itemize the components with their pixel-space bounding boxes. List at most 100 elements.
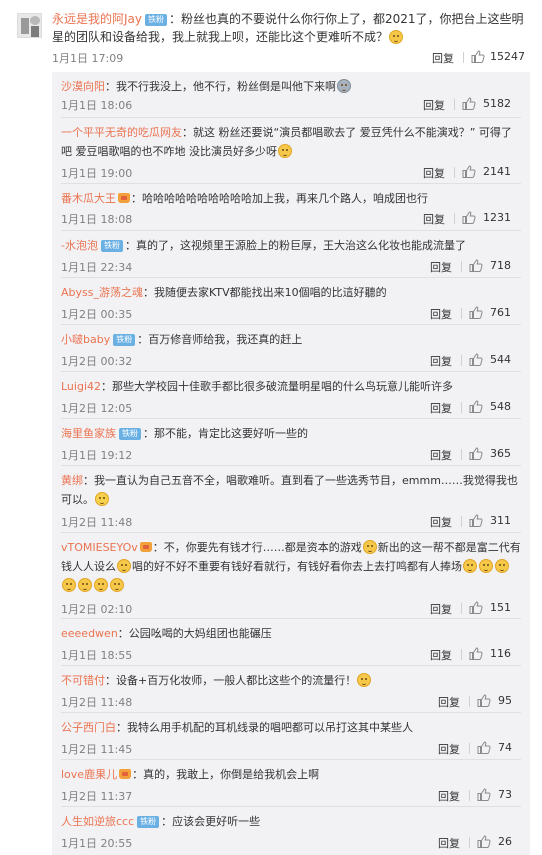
comment-text: ：我随便去家KTV都能找出来10個唱的比這好聽的 [142, 286, 387, 299]
comment-username[interactable]: -水泡泡 [61, 239, 98, 252]
reply-button[interactable]: 回复 [423, 211, 445, 227]
list-item: 不可错付：设备+百万化妆师，一般人都比这些个的流量行！ 1月2日 11:48 回… [52, 666, 530, 713]
reply-button[interactable]: 回复 [438, 835, 460, 851]
thumbs-up-icon[interactable] [462, 211, 476, 224]
like-count: 761 [490, 306, 511, 319]
like-count: 15247 [490, 50, 525, 63]
top-comment-body: 永远是我的阿Jay 铁粉 ：粉丝也真的不要说什么你行你上了，都2021了，你把台上这… [52, 10, 530, 46]
reply-body: 沙漠向阳：我不行我没上，他不行，粉丝倒是叫他下来啊 [61, 77, 521, 96]
comment-date: 1月1日 17:09 [52, 52, 124, 65]
emoji-icon [95, 492, 109, 506]
reply-button[interactable]: 回复 [430, 353, 452, 369]
comment-username[interactable]: 一个平平无奇的吃瓜网友 [61, 126, 182, 139]
reply-button[interactable]: 回复 [430, 647, 452, 663]
like-count: 548 [490, 400, 511, 413]
comment-username[interactable]: 海里鱼家族 [61, 427, 116, 440]
emoji-icon [78, 578, 92, 592]
fan-badge: 铁粉 [119, 428, 141, 440]
divider [461, 516, 462, 527]
comment-meta: 1月1日 18:08 回复 1231 [61, 211, 521, 227]
fan-badge: 铁粉 [100, 240, 123, 252]
comment-text: ：真的，我敢上，你倒是给我机会上啊 [132, 768, 320, 781]
comment-username[interactable]: 黄绑 [61, 474, 83, 487]
comment-username[interactable]: Luigi42 [61, 380, 101, 393]
emoji-icon [362, 540, 377, 554]
comment-date: 1月1日 18:55 [61, 649, 133, 662]
thumbs-up-icon[interactable] [469, 306, 483, 319]
reply-body: Luigi42：那些大学校园十佳歌手都比很多破流量明星唱的什么鸟玩意儿能听许多 [61, 377, 521, 396]
thumbs-up-icon[interactable] [477, 741, 491, 754]
thumbs-up-icon[interactable] [469, 447, 483, 460]
emoji-icon [110, 578, 124, 592]
divider [454, 167, 455, 178]
comment-username[interactable]: 沙漠向阳 [61, 80, 105, 93]
comment-username[interactable]: 不可错付 [61, 674, 105, 687]
comment-username[interactable]: 公子西门白 [61, 721, 116, 734]
comment-date: 1月2日 11:48 [61, 516, 133, 529]
reply-button[interactable]: 回复 [430, 400, 452, 416]
comment-meta: 1月2日 02:10 回复 151 [61, 601, 521, 617]
list-item: eeeedwen：公园吆喝的大妈组团也能碾压 1月1日 18:55 回复 116 [52, 619, 530, 666]
reply-button[interactable]: 回复 [438, 694, 460, 710]
like-count: 544 [490, 353, 511, 366]
thumbs-up-icon[interactable] [477, 835, 491, 848]
vip-crown-icon [119, 769, 132, 779]
reply-button[interactable]: 回复 [430, 601, 452, 617]
like-count: 311 [490, 514, 511, 527]
thumbs-up-icon[interactable] [477, 694, 491, 707]
comment-date: 1月2日 11:45 [61, 743, 133, 756]
thumbs-up-icon[interactable] [469, 259, 483, 272]
reply-button[interactable]: 回复 [423, 97, 445, 113]
thumbs-up-icon[interactable] [469, 353, 483, 366]
comment-text: ：设备+百万化妆师，一般人都比这些个的流量行！ [105, 674, 357, 687]
reply-button[interactable]: 回复 [423, 165, 445, 181]
reply-button[interactable]: 回复 [430, 306, 452, 322]
thumbs-up-icon[interactable] [477, 788, 491, 801]
comment-username[interactable]: 小啵baby [61, 333, 110, 346]
comment-username[interactable]: 人生如逆旅ccc [61, 815, 134, 828]
comment-text: ：那些大学校园十佳歌手都比很多破流量明星唱的什么鸟玩意儿能听许多 [101, 380, 453, 393]
reply-button[interactable]: 回复 [430, 514, 452, 530]
thumbs-up-icon[interactable] [462, 165, 476, 178]
reply-button[interactable]: 回复 [430, 259, 452, 275]
thumbs-up-icon[interactable] [469, 601, 483, 614]
emoji-icon [337, 79, 351, 93]
comment-username[interactable]: love鹿果儿 [61, 768, 117, 781]
emoji-icon [62, 578, 76, 592]
comment-text: ：百万修音师给我，我还真的赶上 [137, 333, 303, 346]
reply-button[interactable]: 回复 [438, 741, 460, 757]
reply-button[interactable]: 回复 [438, 788, 460, 804]
thumbs-up-icon[interactable] [471, 50, 485, 63]
comment-text: ：我特么用手机配的耳机线录的唱吧都可以吊打这其中某些人 [116, 721, 413, 734]
reply-button[interactable]: 回复 [432, 50, 454, 66]
divider [461, 449, 462, 460]
reply-body: 人生如逆旅ccc 铁粉 ：应该会更好听一些 [61, 812, 521, 831]
thumbs-up-icon[interactable] [469, 514, 483, 527]
divider [463, 52, 464, 63]
reply-body: -水泡泡 铁粉 ：真的了，这视频里王源脸上的粉巨厚，王大治这么化妆也能成流量了 [61, 236, 521, 255]
comment-text: ：不，你要先有钱才行……都是资本的游戏 [152, 541, 362, 554]
reply-body: 公子西门白：我特么用手机配的耳机线录的唱吧都可以吊打这其中某些人 [61, 718, 521, 737]
divider [469, 790, 470, 801]
divider [469, 837, 470, 848]
like-count: 95 [498, 694, 512, 707]
like-count: 73 [498, 788, 512, 801]
divider [454, 213, 455, 224]
avatar[interactable] [17, 13, 42, 38]
thumbs-up-icon[interactable] [469, 400, 483, 413]
comment-username[interactable]: Abyss_游荡之魂 [61, 286, 143, 299]
comment-meta: 1月1日 19:00 回复 2141 [61, 165, 521, 181]
divider [469, 743, 470, 754]
thumbs-up-icon[interactable] [462, 97, 476, 110]
comment-username[interactable]: 永远是我的阿Jay [52, 12, 142, 26]
comment-meta: 1月1日 20:55 回复 26 [61, 835, 521, 851]
comment-meta: 1月2日 11:37 回复 73 [61, 788, 521, 804]
comment-username[interactable]: eeeedwen [61, 627, 118, 640]
reply-body: vTOMIESEYOv ：不，你要先有钱才行……都是资本的游戏 新出的这一帮不都是富… [61, 538, 521, 595]
comment-text: ：真的了，这视频里王源脸上的粉巨厚，王大治这么化妆也能成流量了 [124, 239, 466, 252]
comment-username[interactable]: 番木瓜大王 [61, 192, 116, 205]
thumbs-up-icon[interactable] [469, 647, 483, 660]
comment-username[interactable]: vTOMIESEYOv [61, 541, 138, 554]
reply-button[interactable]: 回复 [430, 447, 452, 463]
emoji-icon [278, 144, 292, 158]
